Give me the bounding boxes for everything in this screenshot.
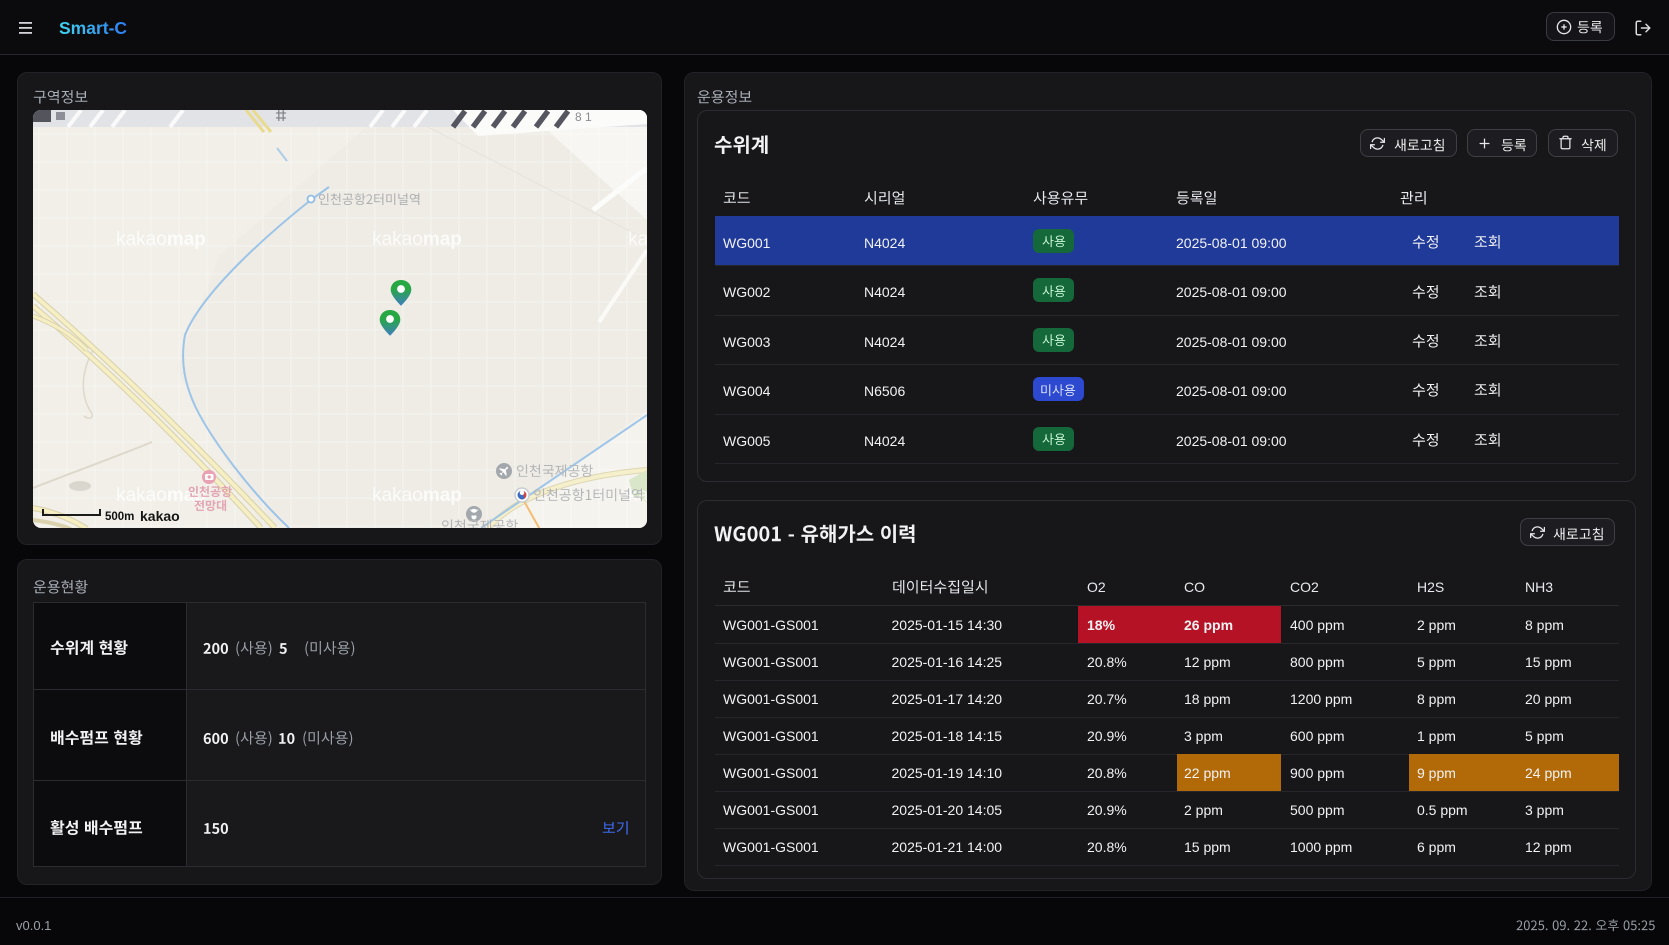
svg-text:kakaomap: kakaomap (372, 485, 462, 506)
svg-text:kakaomap: kakaomap (116, 229, 206, 250)
svg-text:kakaomap: kakaomap (628, 485, 647, 506)
svg-text:500m: 500m (105, 511, 134, 523)
svg-text:kakao: kakao (140, 508, 180, 524)
svg-text:8 1: 8 1 (575, 110, 592, 124)
svg-text:kakaomap: kakaomap (372, 229, 462, 250)
svg-text:kakaomap: kakaomap (628, 229, 647, 250)
